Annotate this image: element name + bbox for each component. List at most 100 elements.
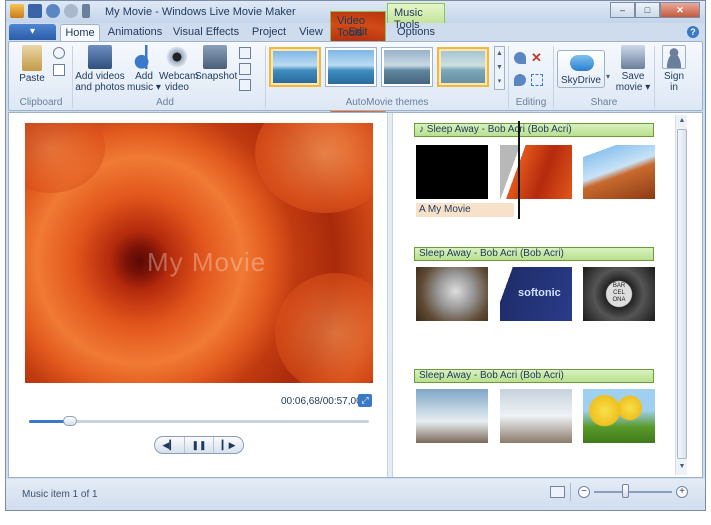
maximize-button[interactable]: □ [635,2,660,18]
music-track-bar[interactable]: ♪ Sleep Away - Bob Acri (Bob Acri) [414,123,654,137]
title-icon[interactable] [239,47,251,59]
theme-preview-image [328,50,374,84]
music-track-bar[interactable]: Sleep Away - Bob Acri (Bob Acri) [414,369,654,383]
save-icon[interactable] [28,4,42,18]
play-pause-button[interactable]: ❚❚ [185,437,215,453]
status-separator [570,483,571,501]
app-icon [10,4,24,18]
flower-petal [275,273,373,383]
seek-handle[interactable] [62,416,77,426]
sign-in-label-1: Sign [663,71,684,82]
title-bar: My Movie - Windows Live Movie Maker Vide… [6,1,705,271]
ribbon-tab-row: ▾ Home Animations Visual Effects Project… [6,23,705,41]
zoom-out-button[interactable]: − [578,486,590,498]
desert-clip-thumbnail[interactable] [583,145,655,199]
file-menu-icon: ▾ [29,26,36,37]
copy-icon[interactable] [53,64,65,76]
file-menu-button[interactable]: ▾ [9,24,56,40]
webcam-video-button[interactable]: Webcam video [159,45,199,93]
caption-icon[interactable] [239,63,251,75]
credits-icon[interactable] [239,79,251,91]
softonic-clip-thumbnail[interactable]: softonic [500,267,572,321]
paste-button[interactable]: Paste [15,45,49,84]
koala-clip-thumbnail[interactable] [416,267,488,321]
sign-in-button[interactable]: Sign in [657,45,691,93]
qat-dropdown-icon[interactable] [82,4,90,18]
preview-pane: My Movie 00:06,68/00:57,00 ⤢ ◀▎ ❚❚ ▎▶ [9,113,386,477]
cut-icon[interactable] [53,47,65,59]
save-movie-label-2: movie ▾ [615,82,651,93]
tab-edit[interactable]: Edit [334,24,382,41]
tab-project[interactable]: Project [246,24,292,41]
music-note-icon [132,45,156,69]
tab-view[interactable]: View [294,24,328,41]
help-icon[interactable]: ? [687,26,699,38]
status-bar: Music item 1 of 1 − + [6,479,705,510]
add-group-label: Add [156,97,174,108]
rotate-right-icon[interactable] [514,74,526,86]
scroll-up-icon[interactable]: ▲ [677,117,687,127]
automovie-theme-3[interactable] [381,47,433,87]
scroll-thumb[interactable] [677,129,687,459]
minimize-button[interactable]: – [610,2,635,18]
clipboard-group-label: Clipboard [19,97,63,108]
automovie-themes-label: AutoMovie themes [345,97,429,108]
snapshot-button[interactable]: Snapshot [195,45,237,82]
automovie-theme-4[interactable] [437,47,489,87]
add-music-button[interactable]: Add music ▾ [127,45,161,93]
select-all-icon[interactable] [531,74,543,86]
title-caption[interactable]: A My Movie [416,203,514,217]
storyboard-scrollbar[interactable]: ▲ ▼ [675,115,687,475]
theme-preview-image [384,50,430,84]
ribbon-separator [508,46,509,108]
black-clip-thumbnail[interactable] [416,145,488,199]
thumbnail-size-icon[interactable] [550,486,565,498]
zoom-slider-handle[interactable] [622,484,630,498]
undo-icon[interactable] [46,4,60,18]
preview-monitor[interactable]: My Movie [25,123,373,383]
save-movie-button[interactable]: Save movie ▾ [615,45,651,93]
automovie-theme-default[interactable] [269,47,321,87]
pane-splitter[interactable] [387,113,393,477]
rotate-left-icon[interactable] [514,52,526,64]
webcam-label-1: Webcam [159,71,199,82]
next-frame-button[interactable]: ▎▶ [214,437,243,453]
previous-frame-button[interactable]: ◀▎ [155,437,185,453]
remove-icon[interactable]: ✕ [531,51,543,64]
zoom-slider-track[interactable] [594,491,672,493]
tab-home[interactable]: Home [60,24,100,41]
fullscreen-preview-icon[interactable]: ⤢ [358,394,372,407]
barcelona-sign-clip-thumbnail[interactable]: BAR CEL ONA [583,267,655,321]
film-photo-icon [88,45,112,69]
tab-animations[interactable]: Animations [104,24,166,41]
barcelona-sign-text: BAR CEL ONA [612,283,626,303]
add-videos-photos-button[interactable]: Add videos and photos [75,45,125,93]
window-title: My Movie - Windows Live Movie Maker [105,6,296,18]
share-dropdown-icon[interactable]: ▾ [606,72,614,84]
scroll-down-icon[interactable]: ▼ [677,463,687,473]
themes-gallery-scroll[interactable]: ▲ ▼ ▾ [494,46,505,90]
tab-options[interactable]: Options [389,24,443,41]
ribbon-separator [553,46,554,108]
webcam-icon [165,45,189,69]
close-button[interactable]: ✕ [660,2,700,18]
window-seat-clip-thumbnail[interactable] [416,389,488,443]
redo-icon[interactable] [64,4,78,18]
playhead-indicator[interactable] [518,121,520,219]
skydrive-label: SkyDrive [560,75,601,86]
flower-clip-thumbnail[interactable] [500,145,572,199]
share-group-label: Share [590,97,618,108]
tulips-clip-thumbnail[interactable] [583,389,655,443]
music-track-bar[interactable]: Sleep Away - Bob Acri (Bob Acri) [414,247,654,261]
ribbon-home: Paste Clipboard Add videos and photos Ad… [8,41,703,111]
paste-icon [22,45,42,71]
skydrive-button[interactable]: SkyDrive [557,50,605,88]
preview-watermark: My Movie [147,247,267,277]
automovie-theme-2[interactable] [325,47,377,87]
zoom-in-button[interactable]: + [676,486,688,498]
tab-visual-effects[interactable]: Visual Effects [169,24,243,41]
quick-access-toolbar [10,4,90,18]
seek-bar[interactable] [29,420,369,423]
office-clip-thumbnail[interactable] [500,389,572,443]
ribbon-separator [654,46,655,108]
